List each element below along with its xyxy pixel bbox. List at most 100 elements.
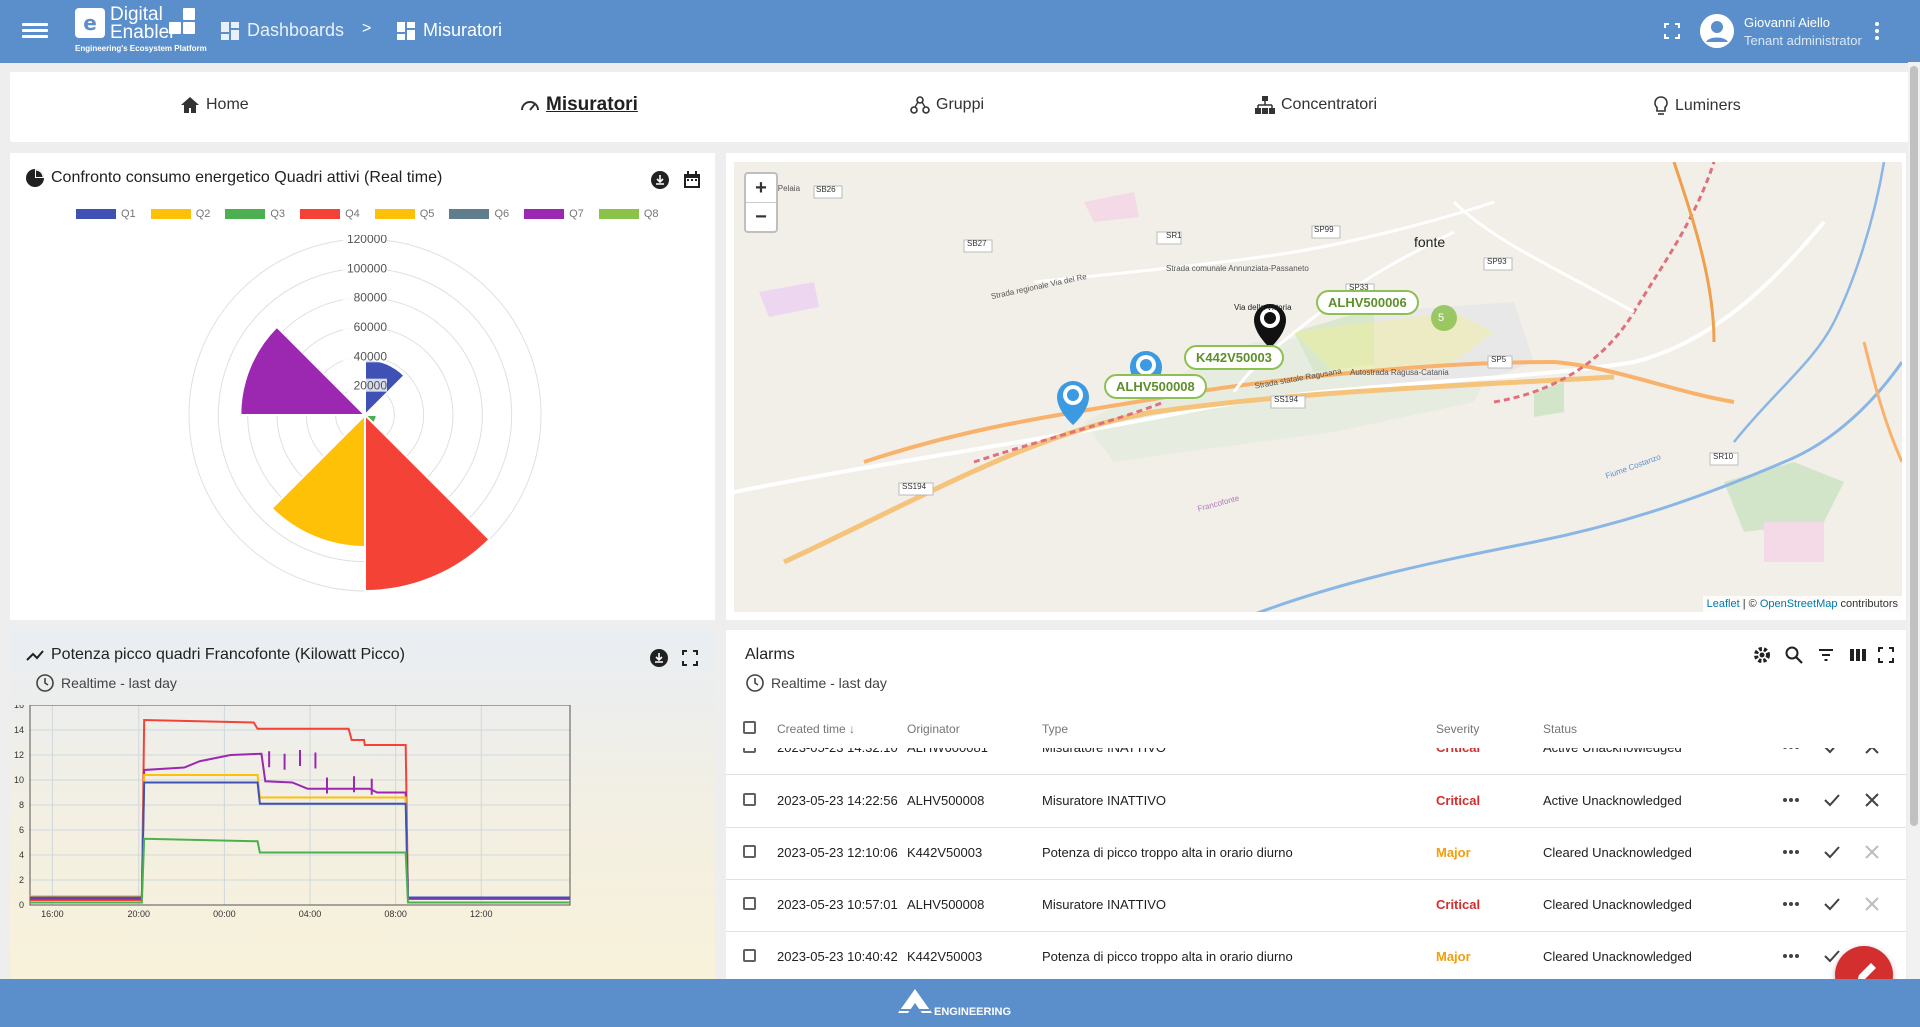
x-tick-label: 12:00 [470, 909, 493, 919]
table-row[interactable]: 2023-05-23 14:32:10 ALHW600081 Misuratore … [726, 748, 1906, 775]
more-horiz-icon[interactable] [1782, 748, 1800, 756]
tab-luminers[interactable]: Luminers [1653, 96, 1741, 116]
leaflet-link[interactable]: Leaflet [1707, 598, 1740, 610]
cell-severity: Critical [1436, 793, 1481, 808]
legend-item[interactable]: Q7 [524, 208, 584, 220]
calendar-icon[interactable] [682, 170, 702, 190]
clear-icon[interactable] [1863, 791, 1881, 809]
more-horiz-icon[interactable] [1782, 791, 1800, 809]
cell-created: 2023-05-23 10:40:42 [777, 949, 898, 964]
legend-item[interactable]: Q5 [374, 208, 434, 220]
scrollbar-thumb[interactable] [1910, 66, 1918, 826]
cell-created: 2023-05-23 14:22:56 [777, 793, 898, 808]
more-horiz-icon[interactable] [1782, 947, 1800, 965]
line-series-0 [30, 718, 570, 901]
row-checkbox[interactable] [743, 748, 756, 753]
search-icon[interactable] [1784, 645, 1804, 665]
x-tick-label: 16:00 [41, 909, 64, 919]
alarms-table-header: Created time ↓ Originator Type Severity … [726, 712, 1906, 744]
download-icon[interactable] [650, 170, 670, 190]
acknowledge-icon[interactable] [1823, 895, 1841, 913]
cell-originator: ALHV500008 [907, 793, 985, 808]
select-all-checkbox[interactable] [743, 721, 756, 734]
map-canvas[interactable]: SB26 SR1 SP99 SB27 SP93 SP33 SP5 SS194 S… [734, 162, 1902, 612]
row-checkbox[interactable] [743, 949, 756, 962]
menu-icon[interactable] [22, 20, 48, 42]
row-checkbox[interactable] [743, 897, 756, 910]
legend-item[interactable]: Q4 [300, 208, 360, 220]
map-cluster-count[interactable]: 5 [1438, 312, 1444, 324]
alarms-timewindow[interactable]: Realtime - last day [745, 673, 887, 693]
gauge-icon [521, 101, 539, 111]
legend-label: Q4 [345, 208, 360, 220]
line-grid [30, 705, 570, 906]
zoom-out-button[interactable]: − [746, 203, 776, 231]
user-name: Giovanni Aiello [1744, 15, 1830, 30]
legend-item[interactable]: Q3 [225, 208, 285, 220]
map-town-label: fonte [1414, 234, 1446, 250]
legend-item[interactable]: Q8 [598, 208, 659, 220]
more-vert-icon[interactable] [1875, 22, 1881, 42]
line-widget-timewindow[interactable]: Realtime - last day [35, 673, 177, 693]
table-row[interactable]: 2023-05-23 12:10:06 K442V50003 Potenza di … [726, 827, 1906, 880]
acknowledge-icon[interactable] [1823, 791, 1841, 809]
tab-gruppi[interactable]: Gruppi [910, 96, 984, 114]
cell-status: Cleared Unacknowledged [1543, 845, 1692, 860]
filter-icon[interactable] [1816, 645, 1836, 665]
dashboard-icon [397, 21, 415, 40]
download-icon[interactable] [649, 648, 669, 668]
hierarchy-icon [1255, 96, 1275, 114]
app-logo[interactable]: e Digital Enabler Engineering's Ecosyste… [75, 4, 207, 54]
column-created-time[interactable]: Created time ↓ [777, 722, 855, 736]
user-role: Tenant administrator [1744, 33, 1862, 48]
tab-home[interactable]: Home [180, 96, 249, 114]
legend-item[interactable]: Q6 [449, 208, 509, 220]
table-row[interactable]: 2023-05-23 10:40:42 K442V50003 Potenza di … [726, 931, 1906, 978]
logo-text: Digital Enabler [110, 4, 176, 43]
legend-label: Q1 [121, 208, 136, 220]
row-checkbox[interactable] [743, 793, 756, 806]
marker-label[interactable]: K442V50003 [1184, 345, 1284, 370]
legend-label: Q6 [494, 208, 510, 220]
more-horiz-icon[interactable] [1782, 843, 1800, 861]
tab-concentratori[interactable]: Concentratori [1255, 96, 1377, 114]
more-horiz-icon[interactable] [1782, 895, 1800, 913]
map-road-label: SP93 [1487, 257, 1507, 266]
table-row[interactable]: 2023-05-23 14:22:56 ALHV500008 Misuratore … [726, 775, 1906, 828]
column-severity[interactable]: Severity [1436, 722, 1479, 736]
clear-icon[interactable] [1863, 843, 1881, 861]
fullscreen-icon[interactable] [1878, 647, 1894, 663]
acknowledge-icon[interactable] [1823, 748, 1841, 756]
column-status[interactable]: Status [1543, 722, 1577, 736]
osm-link[interactable]: OpenStreetMap [1760, 598, 1838, 610]
clear-icon[interactable] [1863, 895, 1881, 913]
cell-severity: Major [1436, 949, 1471, 964]
legend-item[interactable]: Q1 [76, 208, 136, 220]
legend-swatch [598, 209, 639, 219]
cell-status: Cleared Unacknowledged [1543, 949, 1692, 964]
clear-icon[interactable] [1863, 748, 1881, 756]
row-checkbox[interactable] [743, 845, 756, 858]
tab-misuratori[interactable]: Misuratori [520, 94, 638, 116]
legend-label: Q8 [643, 208, 659, 220]
legend-item[interactable]: Q2 [150, 208, 210, 220]
polar-segment-q5 [270, 412, 366, 549]
map-road-label: Autostrada Ragusa-Catania [1350, 368, 1449, 377]
bulb-icon [1654, 96, 1668, 115]
column-type[interactable]: Type [1042, 722, 1068, 736]
polar-segment-q4 [364, 412, 491, 593]
column-originator[interactable]: Originator [907, 722, 960, 736]
marker-label[interactable]: ALHV500006 [1316, 290, 1419, 315]
acknowledge-icon[interactable] [1823, 843, 1841, 861]
breadcrumb-dashboards[interactable]: Dashboards [221, 20, 344, 41]
zoom-in-button[interactable]: + [746, 174, 776, 203]
marker-label[interactable]: ALHV500008 [1104, 374, 1207, 399]
fullscreen-icon[interactable] [1664, 23, 1680, 39]
table-row[interactable]: 2023-05-23 10:57:01 ALHV500008 Misuratore … [726, 879, 1906, 932]
page-scrollbar[interactable] [1908, 62, 1920, 979]
settings-icon[interactable] [1752, 645, 1772, 665]
polar-area-chart: 120000 100000 80000 60000 40000 20000 [188, 235, 542, 593]
line-series-1 [30, 752, 570, 900]
fullscreen-icon[interactable] [682, 650, 698, 666]
columns-icon[interactable] [1848, 645, 1868, 665]
